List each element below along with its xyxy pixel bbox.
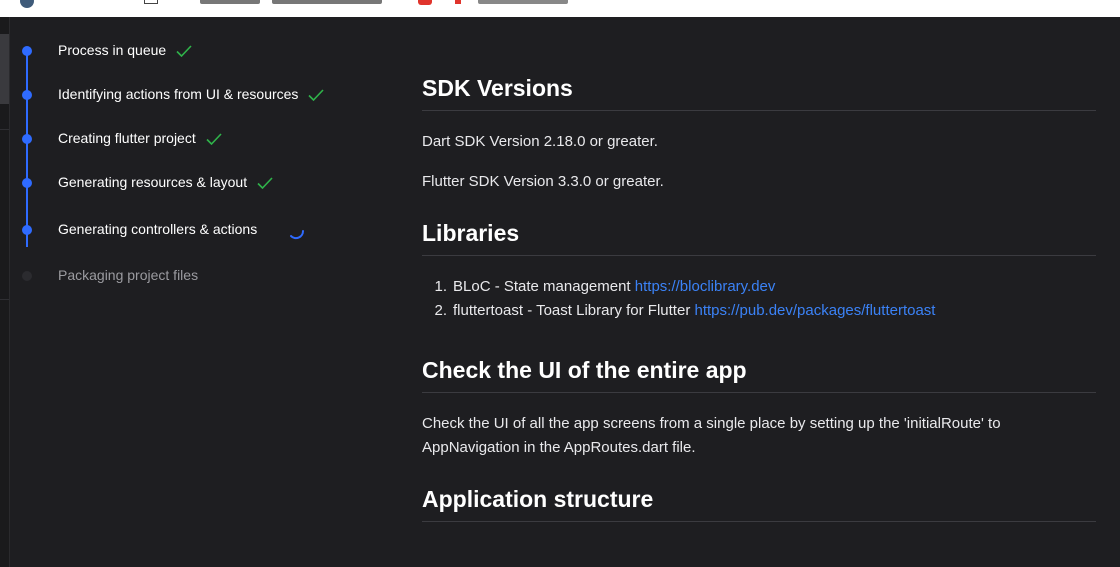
check-ui-text: Check the UI of all the app screens from…: [422, 415, 1001, 456]
checkmark-icon: [176, 45, 192, 57]
bookmark-item[interactable]: [272, 0, 382, 4]
checkmark-icon: [257, 177, 273, 189]
step-identifying-actions: Identifying actions from UI & resources: [10, 83, 390, 107]
list-number: 1.: [434, 278, 447, 295]
bookmark-item[interactable]: [200, 0, 260, 4]
checkmark-icon: [308, 89, 325, 101]
step-label: Creating flutter project: [58, 130, 196, 146]
step-label: Process in queue: [58, 42, 167, 58]
bookmark-item[interactable]: [478, 0, 568, 4]
step-label: Packaging project files: [58, 267, 199, 283]
heading-application-structure: Application structure: [422, 486, 1096, 522]
step-packaging-project-files: Packaging project files: [10, 264, 390, 288]
step-creating-flutter-project: Creating flutter project: [10, 127, 390, 151]
libraries-list: 1. BLoC - State management https://blocli…: [422, 275, 935, 323]
bookmark-icon[interactable]: [144, 0, 158, 4]
dart-sdk-version: Dart SDK Version 2.18.0 or greater.: [422, 133, 658, 150]
step-dot: [22, 225, 32, 235]
browser-favicon-icon: [20, 0, 34, 8]
heading-libraries: Libraries: [422, 220, 1096, 256]
flutter-sdk-version: Flutter SDK Version 3.3.0 or greater.: [422, 173, 664, 190]
step-label: Generating controllers & actions: [58, 221, 258, 237]
list-item: 2. fluttertoast - Toast Library for Flutt…: [422, 299, 935, 323]
divider: [0, 299, 9, 300]
editor-highlight: [0, 34, 9, 104]
divider: [0, 129, 9, 130]
checkmark-icon: [206, 133, 222, 145]
step-dot: [22, 178, 32, 188]
step-dot: [22, 46, 32, 56]
heading-sdk-versions: SDK Versions: [422, 75, 1096, 111]
library-link[interactable]: https://bloclibrary.dev: [635, 278, 776, 295]
step-dot: [22, 90, 32, 100]
step-label: Generating resources & layout: [58, 174, 248, 190]
step-label: Identifying actions from UI & resources: [58, 86, 299, 102]
browser-toolbar-strip: [0, 0, 1120, 17]
library-description: fluttertoast - Toast Library for Flutter: [453, 302, 691, 319]
spinner-icon: [290, 230, 305, 240]
step-dot: [22, 134, 32, 144]
step-generating-resources: Generating resources & layout: [10, 171, 390, 195]
library-link[interactable]: https://pub.dev/packages/fluttertoast: [694, 302, 935, 319]
list-item: 1. BLoC - State management https://blocli…: [422, 275, 935, 299]
heading-check-ui: Check the UI of the entire app: [422, 357, 1096, 393]
bookmark-icon[interactable]: [455, 0, 461, 4]
step-dot: [22, 271, 32, 281]
generation-progress-steps: Process in queue Identifying actions fro…: [10, 17, 390, 567]
step-generating-controllers: Generating controllers & actions: [10, 218, 390, 242]
background-editor-edge: [0, 17, 10, 567]
step-process-in-queue: Process in queue: [10, 39, 390, 63]
youtube-icon[interactable]: [418, 0, 432, 5]
list-number: 2.: [434, 302, 447, 319]
library-description: BLoC - State management: [453, 278, 631, 295]
